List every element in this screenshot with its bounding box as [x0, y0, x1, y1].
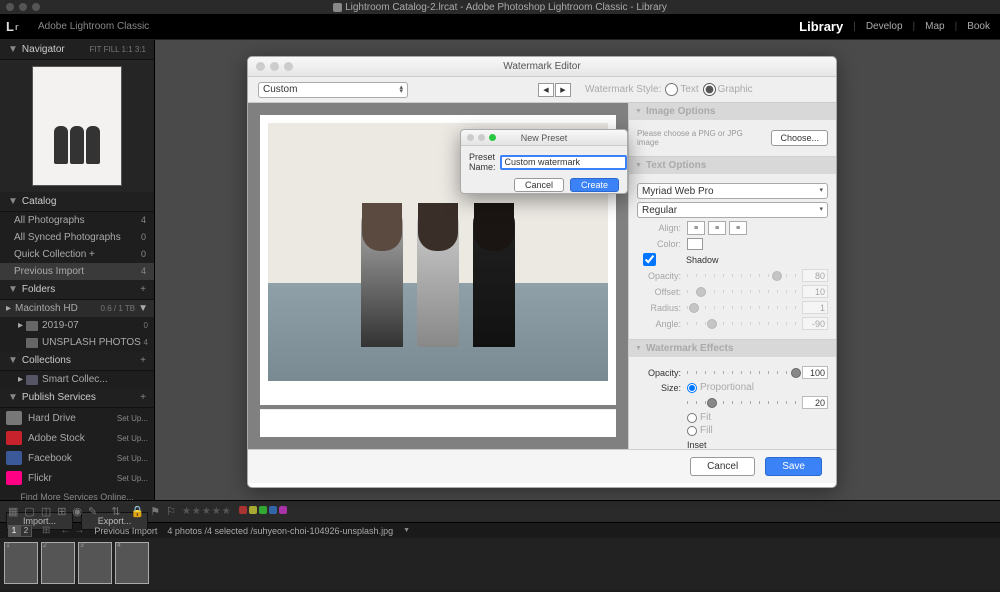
watermark-cancel-button[interactable]: Cancel — [690, 457, 755, 476]
new-preset-dialog: New Preset Preset Name: Cancel Create — [460, 129, 628, 194]
preset-create-button[interactable]: Create — [570, 178, 619, 192]
shadow-radius-slider[interactable] — [687, 306, 796, 309]
preset-dropdown[interactable]: Custom▴▾ — [258, 82, 408, 98]
publish-flickr[interactable]: FlickrSet Up... — [0, 468, 154, 488]
shadow-angle-slider[interactable] — [687, 322, 796, 325]
filmstrip-thumb[interactable]: 2 — [41, 542, 75, 584]
survey-view-icon[interactable]: ⊞ — [57, 505, 66, 518]
shadow-checkbox[interactable] — [643, 253, 656, 266]
text-color-swatch[interactable] — [687, 238, 703, 250]
module-develop[interactable]: Develop — [866, 21, 903, 32]
publish-hard-drive[interactable]: Hard DriveSet Up... — [0, 408, 154, 428]
catalog-all-photos[interactable]: All Photographs4 — [0, 212, 154, 229]
smart-collections[interactable]: ▸Smart Collec... — [0, 371, 154, 388]
navigator-preview[interactable] — [0, 60, 154, 192]
size-fill-radio[interactable]: Fill — [687, 425, 828, 436]
macos-titlebar: Lightroom Catalog-2.lrcat - Adobe Photos… — [0, 0, 1000, 14]
filmstrip[interactable]: 1 2 3 4 — [0, 538, 1000, 590]
screen-mode-segment: 12 — [8, 525, 32, 537]
effect-opacity-slider[interactable] — [687, 371, 796, 374]
folder-item[interactable]: ▸UNSPLASH PHOTOS4 — [0, 334, 154, 351]
compare-view-icon[interactable]: ◫ — [41, 505, 51, 518]
watermark-options-panel: ▼Image Options Please choose a PNG or JP… — [628, 103, 836, 449]
window-controls[interactable] — [6, 3, 40, 11]
document-icon — [333, 3, 342, 12]
next-image-button[interactable]: ▶ — [555, 83, 571, 97]
inset-label: Inset — [687, 440, 828, 449]
watermark-caption-input[interactable] — [260, 409, 616, 437]
watermark-save-button[interactable]: Save — [765, 457, 822, 476]
preset-cancel-button[interactable]: Cancel — [514, 178, 564, 192]
flag-pick-icon[interactable]: ⚑ — [150, 505, 160, 518]
folder-item[interactable]: ▸2019-070 — [0, 317, 154, 334]
text-align-buttons[interactable]: ≡≡≡ — [687, 221, 747, 235]
size-slider[interactable] — [687, 401, 796, 404]
app-name: Adobe Lightroom Classic — [38, 21, 149, 32]
image-hint: Please choose a PNG or JPG image — [637, 129, 765, 147]
lock-icon[interactable]: 🔒 — [130, 505, 144, 518]
star-rating[interactable]: ★★★★★ — [182, 506, 232, 517]
app-header: Lr Adobe Lightroom Classic Library| Deve… — [0, 14, 1000, 40]
left-panel: ▼NavigatorFIT FILL 1:1 3:1 ▼Catalog All … — [0, 40, 155, 500]
watermark-editor-titlebar[interactable]: Watermark Editor — [248, 57, 836, 77]
preset-name-input[interactable] — [500, 155, 627, 170]
font-style-select[interactable]: Regular▾ — [637, 202, 828, 218]
prev-image-button[interactable]: ◀ — [538, 83, 554, 97]
image-options-header[interactable]: ▼Image Options — [629, 103, 836, 120]
sort-direction-icon[interactable]: ⇅ — [111, 505, 120, 518]
catalog-header[interactable]: ▼Catalog — [0, 192, 154, 212]
nav-forward-icon[interactable]: → — [74, 525, 84, 536]
catalog-synced[interactable]: All Synced Photographs0 — [0, 229, 154, 246]
filmstrip-thumb[interactable]: 1 — [4, 542, 38, 584]
lightroom-logo: Lr — [6, 17, 32, 37]
shadow-offset-slider[interactable] — [687, 290, 796, 293]
choose-image-button[interactable]: Choose... — [771, 130, 828, 146]
navigator-header[interactable]: ▼NavigatorFIT FILL 1:1 3:1 — [0, 40, 154, 60]
filmstrip-thumb[interactable]: 3 — [78, 542, 112, 584]
text-options-header[interactable]: ▼Text Options — [629, 157, 836, 174]
style-text-radio[interactable]: Text — [665, 83, 698, 96]
watermark-effects-header[interactable]: ▼Watermark Effects — [629, 340, 836, 357]
folder-drive[interactable]: ▸Macintosh HD0.6 / 1 TB▼ — [0, 300, 154, 317]
preview-nav: ◀ ▶ — [538, 83, 571, 97]
color-labels[interactable] — [238, 506, 288, 517]
people-view-icon[interactable]: ◉ — [72, 505, 82, 518]
module-picker: Library| Develop| Map| Book — [799, 19, 990, 34]
loupe-view-icon[interactable]: ▢ — [24, 505, 34, 518]
publish-header[interactable]: ▼Publish Services+ — [0, 388, 154, 408]
collections-header[interactable]: ▼Collections+ — [0, 351, 154, 371]
module-book[interactable]: Book — [967, 21, 990, 32]
module-map[interactable]: Map — [925, 21, 944, 32]
publish-adobe-stock[interactable]: Adobe StockSet Up... — [0, 428, 154, 448]
nav-back-icon[interactable]: ← — [60, 525, 70, 536]
watermark-style-label: Watermark Style: — [585, 84, 661, 95]
grid-view-icon[interactable]: ▦ — [8, 505, 18, 518]
source-label[interactable]: Previous Import — [94, 526, 157, 536]
style-graphic-radio[interactable]: Graphic — [703, 83, 753, 96]
find-more-services[interactable]: Find More Services Online... — [0, 488, 154, 506]
watermark-editor-window: Watermark Editor Custom▴▾ ◀ ▶ Watermark … — [247, 56, 837, 488]
folders-header[interactable]: ▼Folders+ — [0, 280, 154, 300]
filmstrip-thumb[interactable]: 4 — [115, 542, 149, 584]
font-select[interactable]: Myriad Web Pro▾ — [637, 183, 828, 199]
publish-facebook[interactable]: FacebookSet Up... — [0, 448, 154, 468]
secondary-grid-icon[interactable]: ⊞ — [42, 525, 50, 536]
photo-count-label: 4 photos /4 selected /suhyeon-choi-10492… — [167, 526, 393, 536]
size-fit-radio[interactable]: Fit — [687, 412, 828, 423]
painter-icon[interactable]: ✎ — [88, 505, 97, 518]
size-proportional-radio[interactable]: Proportional — [687, 382, 754, 393]
window-title: Lightroom Catalog-2.lrcat - Adobe Photos… — [345, 2, 667, 13]
catalog-quick-collection[interactable]: Quick Collection +0 — [0, 246, 154, 263]
preset-name-label: Preset Name: — [469, 152, 496, 172]
catalog-previous-import[interactable]: Previous Import4 — [0, 263, 154, 280]
flag-reject-icon[interactable]: ⚐ — [166, 505, 176, 518]
module-library[interactable]: Library — [799, 19, 843, 34]
shadow-opacity-slider[interactable] — [687, 274, 796, 277]
